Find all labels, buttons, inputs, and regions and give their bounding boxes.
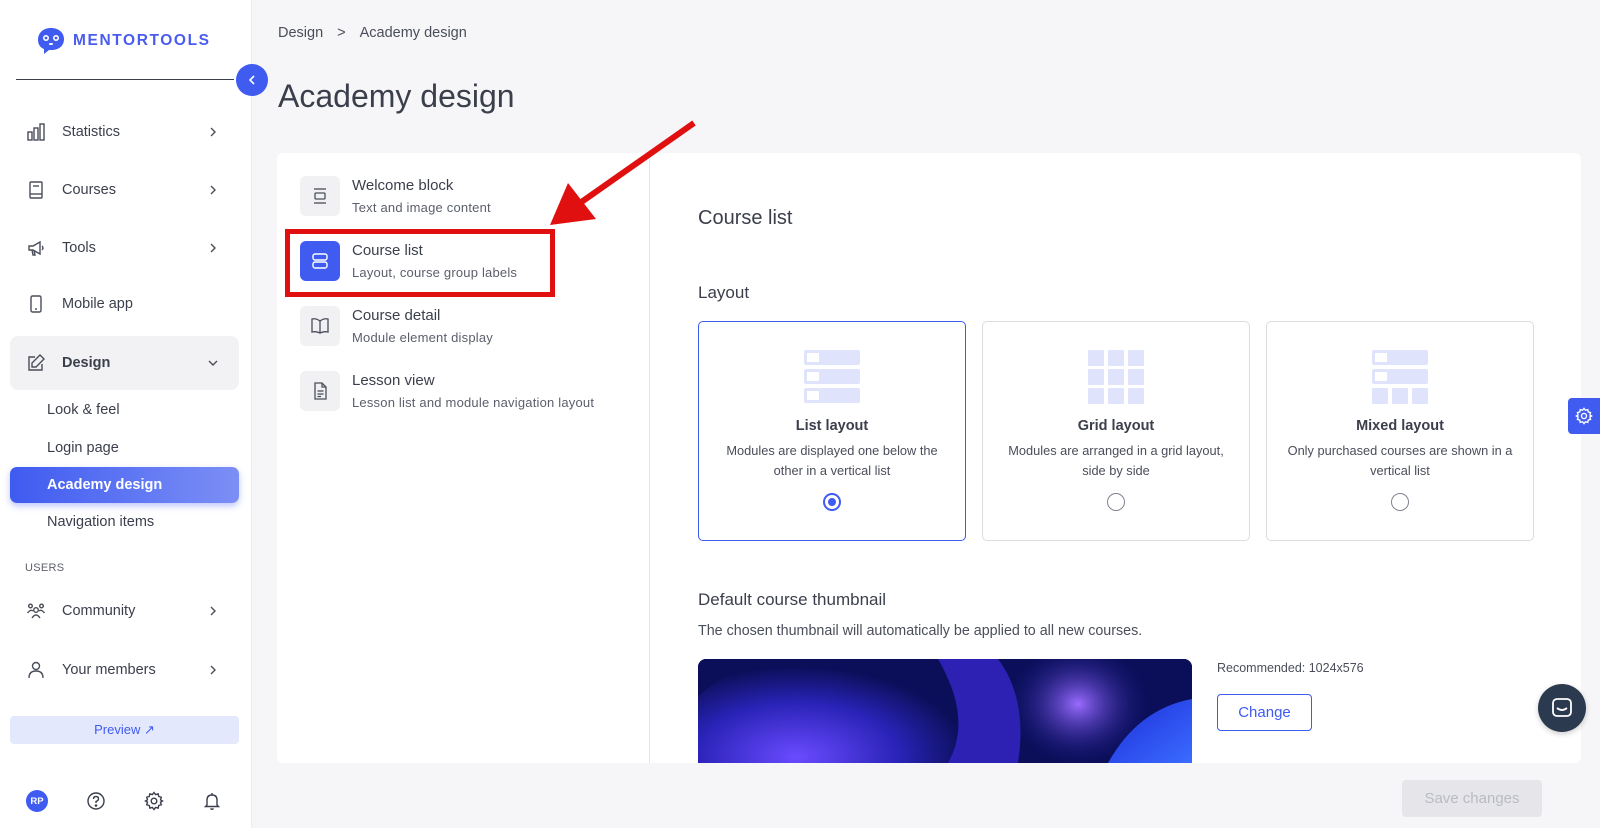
layout-option-grid[interactable]: Grid layout Modules are arranged in a gr… <box>982 321 1250 541</box>
layout-option-radio[interactable] <box>823 493 841 511</box>
menu-item-title: Course detail <box>352 307 441 324</box>
sidebar-item-label: Mobile app <box>62 296 133 312</box>
menu-item-title: Lesson view <box>352 372 435 389</box>
sidebar-item-statistics[interactable]: Statistics <box>10 105 239 159</box>
book-icon <box>26 180 46 200</box>
annotation-highlight-box <box>285 229 555 297</box>
chevron-right-icon <box>210 606 216 616</box>
section-title: Course list <box>698 207 793 229</box>
menu-item-welcome-block[interactable]: Welcome block Text and image content <box>300 175 491 216</box>
breadcrumb-current: Academy design <box>359 25 467 41</box>
card-divider <box>649 153 650 763</box>
page-title: Academy design <box>278 78 515 114</box>
sidebar-item-label: Community <box>62 603 136 619</box>
users-section-label: USERS <box>25 562 65 574</box>
people-icon <box>26 601 46 621</box>
layout-option-description: Only purchased courses are shown in a ve… <box>1287 443 1513 478</box>
brand-name: MENTORTOOLS <box>73 32 211 49</box>
sidebar-subitem-login-page[interactable]: Login page <box>10 430 239 466</box>
thumbnail-recommended-size: Recommended: 1024x576 <box>1217 661 1364 675</box>
breadcrumb: Design > Academy design <box>278 25 467 41</box>
collapse-sidebar-button[interactable] <box>236 64 268 96</box>
thumbnail-section-title: Default course thumbnail <box>698 590 887 609</box>
menu-item-lesson-view[interactable]: Lesson view Lesson list and module navig… <box>300 370 594 411</box>
sidebar: MENTORTOOLS Statistics Courses Tools Mob… <box>0 0 252 828</box>
menu-item-course-detail[interactable]: Course detail Module element display <box>300 305 493 346</box>
sidebar-divider <box>16 79 234 80</box>
pencil-icon <box>26 353 46 373</box>
thumbnail-section-description: The chosen thumbnail will automatically … <box>698 623 1143 639</box>
menu-item-subtitle: Module element display <box>352 330 493 345</box>
sidebar-item-label: Your members <box>62 662 156 678</box>
layout-option-radio[interactable] <box>1107 493 1125 511</box>
list-layout-preview-icon <box>804 350 860 403</box>
chat-support-button[interactable] <box>1538 684 1586 732</box>
chevron-right-icon <box>210 185 216 195</box>
layout-option-title: List layout <box>795 418 869 434</box>
chevron-right-icon <box>210 243 216 253</box>
grid-layout-preview-icon <box>1088 350 1144 404</box>
sidebar-subitem-academy-design[interactable]: Academy design <box>10 467 239 503</box>
save-changes-button[interactable]: Save changes <box>1402 780 1542 817</box>
sidebar-item-label: Courses <box>62 182 116 198</box>
preview-button[interactable]: Preview ↗ <box>10 716 239 744</box>
chevron-right-icon <box>210 127 216 137</box>
sidebar-item-label: Tools <box>62 240 96 256</box>
layout-option-list[interactable]: List layout Modules are displayed one be… <box>698 321 966 541</box>
sidebar-item-courses[interactable]: Courses <box>10 163 239 217</box>
annotation-arrow-icon <box>550 120 696 225</box>
brand-logo[interactable]: MENTORTOOLS <box>36 26 211 56</box>
chat-icon <box>1552 698 1572 717</box>
menu-item-title: Welcome block <box>352 177 454 194</box>
chevron-left-icon <box>248 75 255 85</box>
user-icon <box>26 660 46 680</box>
layout-option-mixed[interactable]: Mixed layout Only purchased courses are … <box>1266 321 1534 541</box>
sidebar-item-your-members[interactable]: Your members <box>10 643 239 697</box>
sidebar-item-design[interactable]: Design <box>10 336 239 390</box>
sidebar-item-label: Design <box>62 355 111 371</box>
default-thumbnail-image <box>698 659 1192 763</box>
menu-item-subtitle: Lesson list and module navigation layout <box>352 395 595 410</box>
mixed-layout-preview-icon <box>1372 350 1428 404</box>
layout-option-description: Modules are arranged in a grid layout, s… <box>1008 443 1224 478</box>
gear-icon[interactable] <box>144 791 164 811</box>
change-thumbnail-button[interactable]: Change <box>1217 694 1312 731</box>
open-book-icon <box>300 306 340 346</box>
layout-option-description: Modules are displayed one below the othe… <box>726 443 938 478</box>
sidebar-subitem-look-and-feel[interactable]: Look & feel <box>10 392 239 428</box>
gear-icon <box>1575 407 1593 425</box>
breadcrumb-separator: > <box>337 25 346 41</box>
bell-icon[interactable] <box>202 791 222 811</box>
chevron-down-icon <box>208 360 218 366</box>
sidebar-item-tools[interactable]: Tools <box>10 221 239 275</box>
align-center-icon <box>300 176 340 216</box>
layout-option-title: Mixed layout <box>1356 418 1444 434</box>
help-icon[interactable] <box>86 791 106 811</box>
mentortools-logo-icon <box>38 28 64 54</box>
document-icon <box>300 371 340 411</box>
layout-option-radio[interactable] <box>1391 493 1409 511</box>
sidebar-footer: RP <box>26 790 222 812</box>
sidebar-item-community[interactable]: Community <box>10 584 239 638</box>
menu-item-subtitle: Text and image content <box>352 200 491 215</box>
sidebar-subitem-navigation-items[interactable]: Navigation items <box>10 504 239 540</box>
megaphone-icon <box>26 238 46 258</box>
sidebar-item-mobile-app[interactable]: Mobile app <box>10 277 239 331</box>
floating-settings-button[interactable] <box>1568 398 1600 434</box>
breadcrumb-design-link[interactable]: Design <box>278 25 323 41</box>
sidebar-item-label: Statistics <box>62 124 121 140</box>
chevron-right-icon <box>210 665 216 675</box>
avatar[interactable]: RP <box>26 790 48 812</box>
bar-chart-icon <box>26 122 46 142</box>
layout-option-title: Grid layout <box>1077 418 1155 434</box>
layout-label: Layout <box>698 283 750 302</box>
phone-icon <box>26 294 46 314</box>
